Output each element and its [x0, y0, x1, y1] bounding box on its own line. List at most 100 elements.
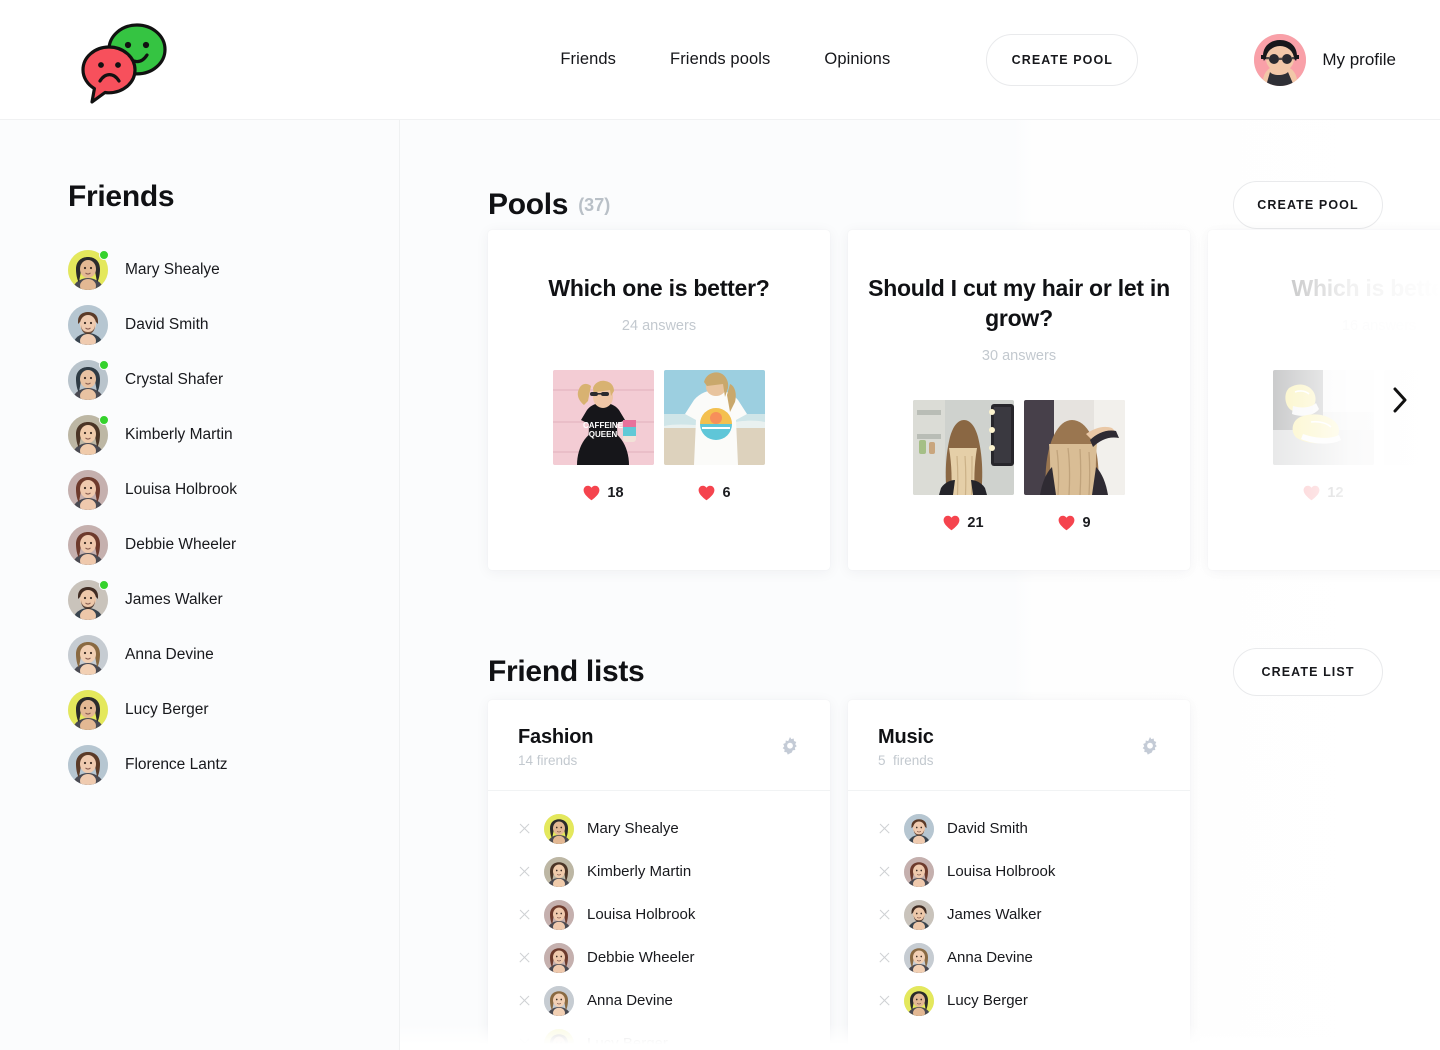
avatar	[68, 469, 108, 510]
list-item[interactable]: Louisa Holbrook	[848, 850, 1190, 893]
close-icon[interactable]	[518, 908, 531, 921]
avatar-wrapper	[68, 634, 108, 675]
pool-option-image[interactable]	[664, 369, 765, 465]
friend-lists-title: Friend lists	[488, 655, 645, 688]
list-item[interactable]: Lucy Berger	[848, 979, 1190, 1022]
nav-item-friends-pools[interactable]: Friends pools	[670, 50, 770, 69]
pool-option[interactable]: 9	[1024, 399, 1125, 531]
list-item[interactable]: David Smith	[848, 807, 1190, 850]
list-item[interactable]: Mary Shealye	[488, 807, 830, 850]
online-status-dot	[99, 359, 109, 370]
sidebar-friend-name: Debbie Wheeler	[125, 535, 237, 553]
sidebar-friend-item[interactable]: Crystal Shafer	[68, 352, 399, 407]
sidebar-title: Friends	[68, 180, 175, 213]
friend-list-members: David Smith Louisa Holbrook James Walker…	[848, 791, 1190, 1022]
friends-list: Mary Shealye David Smith Crystal Shafer	[68, 242, 399, 792]
close-icon[interactable]	[878, 951, 891, 964]
sidebar-friend-name: Crystal Shafer	[125, 370, 224, 388]
pool-option-votes: 9	[1024, 515, 1125, 531]
close-icon[interactable]	[878, 994, 891, 1007]
gear-icon	[1142, 737, 1157, 755]
list-item-label: James Walker	[947, 906, 1042, 923]
close-icon[interactable]	[518, 994, 531, 1007]
avatar-wrapper	[68, 414, 109, 455]
list-item-label: Lucy Berger	[947, 992, 1028, 1009]
online-status-dot	[99, 414, 109, 425]
list-item[interactable]: Lucy Berger	[488, 1022, 830, 1050]
close-icon[interactable]	[878, 908, 891, 921]
sidebar-friend-item[interactable]: Florence Lantz	[68, 737, 399, 792]
list-item-label: Anna Devine	[947, 949, 1033, 966]
pool-option-image[interactable]: CAFFEINE QUEEN	[553, 369, 654, 465]
opinion-bubbles-logo[interactable]	[80, 20, 172, 104]
pool-answer-count: 24 answers	[621, 317, 697, 334]
pool-option-image[interactable]	[913, 399, 1014, 495]
chevron-right-icon[interactable]	[1382, 382, 1418, 418]
pool-card[interactable]: Should I cut my hair or let in grow? 30 …	[848, 230, 1190, 570]
vote-count: 18	[607, 484, 624, 501]
pool-option[interactable]: 6	[664, 369, 765, 501]
sidebar-friend-item[interactable]: Kimberly Martin	[68, 407, 399, 462]
pool-card[interactable]: Which one is better? 24 answers CAFFEINE…	[488, 230, 830, 570]
sidebar-friend-item[interactable]: David Smith	[68, 297, 399, 352]
sidebar-friend-name: Louisa Holbrook	[125, 480, 238, 498]
list-item[interactable]: Anna Devine	[848, 936, 1190, 979]
sidebar-friend-item[interactable]: James Walker	[68, 572, 399, 627]
profile-menu[interactable]: My profile	[1254, 33, 1396, 86]
friend-list-name: Fashion	[518, 726, 594, 748]
avatar	[544, 985, 574, 1016]
pool-option[interactable]: CAFFEINE QUEEN 18	[553, 369, 654, 501]
close-icon[interactable]	[518, 865, 531, 878]
pools-header: Pools (37) CREATE POOL	[400, 120, 1440, 230]
pool-option[interactable]: 21	[913, 399, 1014, 531]
avatar	[68, 744, 108, 785]
avatar-wrapper	[68, 249, 109, 290]
sidebar-friend-item[interactable]: Louisa Holbrook	[68, 462, 399, 517]
sidebar-friend-item[interactable]: Anna Devine	[68, 627, 399, 682]
friend-lists-header: Friend lists CREATE LIST	[400, 570, 1440, 700]
list-item-label: Louisa Holbrook	[947, 863, 1056, 880]
close-icon[interactable]	[878, 865, 891, 878]
pool-option-image[interactable]	[1273, 369, 1374, 465]
friend-list-count: 14 firends	[518, 753, 578, 768]
close-icon[interactable]	[878, 822, 891, 835]
pool-question: Which one is better?	[548, 275, 770, 301]
pool-option[interactable]: 12	[1273, 369, 1374, 501]
close-icon[interactable]	[518, 951, 531, 964]
friend-list-title-block: Fashion 14 firends	[518, 726, 593, 768]
avatar	[1254, 33, 1307, 86]
list-item[interactable]: James Walker	[848, 893, 1190, 936]
vote-count: 6	[722, 484, 731, 501]
avatar-wrapper	[68, 689, 108, 730]
friends-sidebar: Friends Mary Shealye David Smith Crystal…	[0, 120, 400, 1050]
pools-carousel: Which one is better? 24 answers CAFFEINE…	[400, 230, 1440, 570]
header-create-pool-button[interactable]: CREATE POOL	[986, 33, 1139, 86]
avatar	[544, 856, 574, 887]
create-pool-button[interactable]: CREATE POOL	[1233, 181, 1383, 229]
sidebar-friend-name: Kimberly Martin	[125, 425, 233, 443]
close-icon[interactable]	[518, 822, 531, 835]
vote-count: 21	[967, 514, 984, 531]
sidebar-friend-item[interactable]: Mary Shealye	[68, 242, 399, 297]
create-list-button[interactable]: CREATE LIST	[1233, 648, 1383, 696]
list-item-label: Kimberly Martin	[587, 863, 692, 880]
avatar-wrapper	[68, 579, 109, 620]
avatar	[904, 942, 934, 973]
pool-option-image[interactable]	[1024, 399, 1125, 495]
list-item-label: David Smith	[947, 820, 1028, 837]
friend-list-card: Fashion 14 firends Mary Shealye Kimberly…	[488, 700, 830, 1050]
sidebar-friend-item[interactable]: Lucy Berger	[68, 682, 399, 737]
app-header: Friends Friends pools Opinions CREATE PO…	[0, 0, 1440, 120]
nav-item-opinions[interactable]: Opinions	[824, 50, 890, 69]
close-icon[interactable]	[518, 1037, 531, 1050]
list-item[interactable]: Kimberly Martin	[488, 850, 830, 893]
online-status-dot	[99, 579, 109, 590]
friend-list-members: Mary Shealye Kimberly Martin Louisa Holb…	[488, 791, 830, 1050]
nav-item-friends[interactable]: Friends	[560, 50, 616, 69]
list-item[interactable]: Anna Devine	[488, 979, 830, 1022]
list-item[interactable]: Debbie Wheeler	[488, 936, 830, 979]
sidebar-friend-name: David Smith	[125, 315, 209, 333]
list-item[interactable]: Louisa Holbrook	[488, 893, 830, 936]
pool-option-votes: 6	[664, 485, 765, 501]
sidebar-friend-item[interactable]: Debbie Wheeler	[68, 517, 399, 572]
